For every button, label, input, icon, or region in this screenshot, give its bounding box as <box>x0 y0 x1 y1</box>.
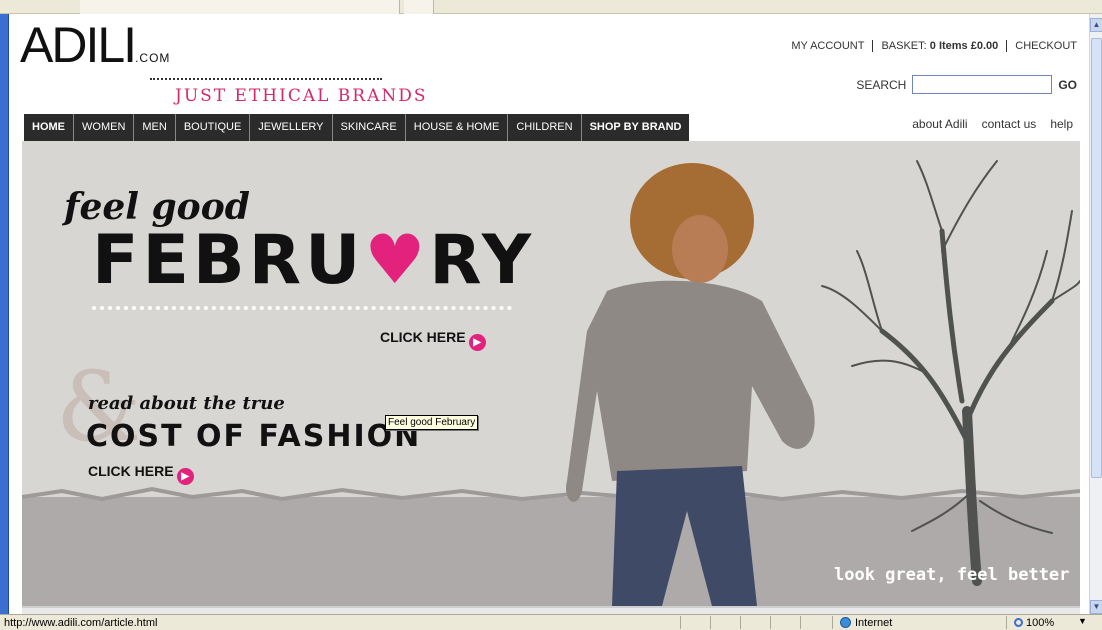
logo-suffix: .COM <box>135 51 171 65</box>
nav-item-women[interactable]: WOMEN <box>74 114 135 141</box>
browser-left-edge <box>0 14 9 614</box>
search-bar: SEARCH GO <box>856 75 1077 94</box>
search-input[interactable] <box>912 75 1053 94</box>
account-links: MY ACCOUNT BASKET: 0 Items £0.00 CHECKOUT <box>783 40 1077 52</box>
vertical-scrollbar[interactable]: ▲ ▼ <box>1089 14 1102 614</box>
hero-february-heading: FEBRU♥RY <box>92 221 535 300</box>
main-nav: HOME WOMEN MEN BOUTIQUE JEWELLERY SKINCA… <box>24 114 690 141</box>
hero-banner[interactable]: feel good FEBRU♥RY CLICK HERE ▶ & read ab… <box>22 141 1080 606</box>
cost-of-fashion-cta[interactable]: CLICK HERE ▶ <box>88 463 194 485</box>
logo-text: ADILI <box>20 17 137 73</box>
status-divider <box>710 616 711 629</box>
heart-icon: ♥ <box>364 221 430 300</box>
status-divider <box>740 616 741 629</box>
browser-tab-strip <box>0 0 1102 14</box>
browser-tab[interactable] <box>80 0 400 14</box>
zoom-label: 100% <box>1026 617 1055 629</box>
security-zone: Internet <box>840 617 892 629</box>
nav-item-home[interactable]: HOME <box>24 114 74 141</box>
about-link[interactable]: about Adili <box>912 117 967 131</box>
site-logo[interactable]: ADILI.COM <box>20 20 170 70</box>
scroll-thumb[interactable] <box>1091 38 1102 478</box>
status-divider <box>800 616 801 629</box>
nav-item-jewellery[interactable]: JEWELLERY <box>250 114 333 141</box>
nav-item-skincare[interactable]: SKINCARE <box>333 114 406 141</box>
zoom-dropdown-icon[interactable]: ▼ <box>1078 616 1087 626</box>
hero-dotted-line <box>92 306 512 310</box>
status-url: http://www.adili.com/article.html <box>4 617 158 629</box>
basket-link[interactable]: BASKET: 0 Items £0.00 <box>873 40 1008 52</box>
tree-illustration <box>821 160 1080 586</box>
nav-item-house-home[interactable]: HOUSE & HOME <box>406 114 509 141</box>
scroll-down-icon[interactable]: ▼ <box>1090 600 1102 614</box>
status-divider <box>1006 616 1007 629</box>
status-divider <box>770 616 771 629</box>
nav-item-boutique[interactable]: BOUTIQUE <box>176 114 251 141</box>
zoom-level[interactable]: 100% <box>1014 617 1054 629</box>
browser-tab-new[interactable] <box>404 0 434 14</box>
status-divider <box>832 616 833 629</box>
basket-value: 0 Items £0.00 <box>929 40 999 52</box>
contact-link[interactable]: contact us <box>982 117 1037 131</box>
globe-icon <box>840 617 851 628</box>
cta-label: CLICK HERE <box>380 329 466 345</box>
zoom-icon <box>1014 618 1023 627</box>
secondary-links: about Adili contact us help <box>898 117 1073 131</box>
nav-item-children[interactable]: CHILDREN <box>508 114 582 141</box>
nav-item-men[interactable]: MEN <box>134 114 176 141</box>
basket-label: BASKET: <box>881 40 927 52</box>
arrow-right-icon: ▶ <box>176 468 194 485</box>
help-link[interactable]: help <box>1050 117 1073 131</box>
cta-label: CLICK HERE <box>88 463 174 479</box>
feel-good-february-cta[interactable]: CLICK HERE ▶ <box>380 329 486 351</box>
search-go-button[interactable]: GO <box>1058 78 1077 92</box>
link-tooltip: Feel good February <box>385 415 479 430</box>
content-below-hero <box>22 606 1080 614</box>
model-figure <box>565 163 815 606</box>
logo-divider <box>150 78 382 80</box>
zone-label: Internet <box>855 617 893 629</box>
hero-slogan: look great, feel better <box>834 565 1070 585</box>
hero-read-text: read about the true <box>88 393 285 414</box>
my-account-link[interactable]: MY ACCOUNT <box>783 40 874 52</box>
arrow-right-icon: ▶ <box>468 334 486 351</box>
scroll-up-icon[interactable]: ▲ <box>1090 18 1102 32</box>
nav-item-shop-by-brand[interactable]: SHOP BY BRAND <box>582 114 690 141</box>
february-left: FEBRU <box>92 221 365 300</box>
grass-edge <box>22 486 1080 502</box>
hero-cost-of-fashion-heading: COST OF FASHION <box>86 419 422 454</box>
status-divider <box>680 616 681 629</box>
checkout-link[interactable]: CHECKOUT <box>1007 40 1077 52</box>
site-tagline: JUST ETHICAL BRANDS <box>175 86 428 106</box>
february-right: RY <box>429 221 536 300</box>
browser-status-bar: http://www.adili.com/article.html Intern… <box>0 614 1102 630</box>
search-label: SEARCH <box>856 77 907 92</box>
web-page: ADILI.COM JUST ETHICAL BRANDS MY ACCOUNT… <box>10 14 1089 614</box>
